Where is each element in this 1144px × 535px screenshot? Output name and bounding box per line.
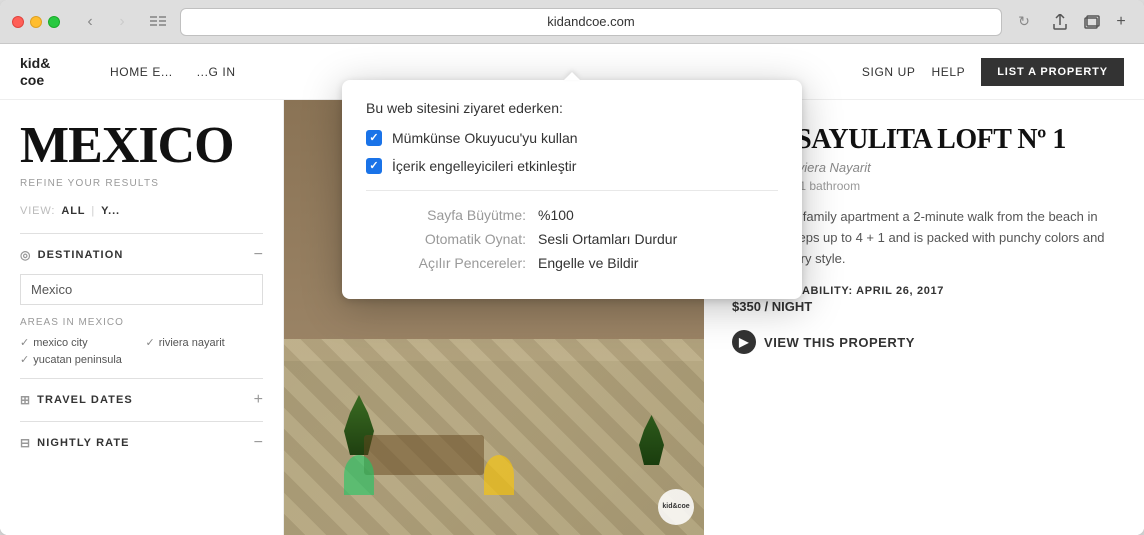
watermark: kid& coe (658, 489, 694, 525)
areas-grid: ✓ mexico city ✓ riviera nayarit ✓ yucata… (20, 336, 263, 366)
popup-divider (366, 190, 778, 191)
address-text: kidandcoe.com (547, 14, 634, 29)
destination-filter: ◎ DESTINATION − AREAS IN MEXICO ✓ mexico… (20, 233, 263, 378)
area-name: mexico city (33, 337, 87, 349)
reader-view-button[interactable] (144, 8, 172, 36)
nav-help[interactable]: HELP (931, 65, 965, 79)
rate-icon: ⊟ (20, 436, 31, 450)
nightly-rate-title: ⊟ NIGHTLY RATE (20, 436, 130, 450)
check-icon-2: ✓ (369, 161, 378, 172)
back-button[interactable]: ‹ (76, 8, 104, 36)
site-nav: HOME E... ...G IN (110, 65, 842, 79)
chair-1 (344, 455, 374, 495)
sidebar: MEXICO REFINE YOUR RESULTS VIEW: ALL | Y… (0, 100, 284, 535)
travel-dates-header[interactable]: ⊞ TRAVEL DATES + (20, 391, 263, 409)
view-bar: VIEW: ALL | Y... (20, 205, 263, 217)
zoom-value: %100 (538, 207, 574, 223)
autoplay-key: Otomatik Oynat: (366, 231, 526, 247)
area-yucatan: ✓ yucatan peninsula (20, 353, 138, 366)
traffic-lights (12, 16, 60, 28)
reload-button[interactable]: ↻ (1010, 8, 1038, 36)
travel-dates-filter: ⊞ TRAVEL DATES + (20, 378, 263, 421)
travel-dates-title: ⊞ TRAVEL DATES (20, 393, 133, 407)
browser-window: ‹ › kidandcoe.com ↻ (0, 0, 1144, 535)
calendar-icon: ⊞ (20, 393, 31, 407)
safari-settings-popup[interactable]: Bu web sitesini ziyaret ederken: ✓ Mümkü… (342, 80, 802, 299)
refine-label: REFINE YOUR RESULTS (20, 178, 263, 189)
popups-value: Engelle ve Bildir (538, 255, 638, 271)
popup-arrow (564, 72, 580, 80)
autoplay-setting-row: Otomatik Oynat: Sesli Ortamları Durdur (366, 231, 778, 247)
logo-text: kid& coe (20, 55, 70, 89)
list-property-button[interactable]: LIST A PROPERTY (981, 58, 1124, 86)
area-check-icon: ✓ (20, 336, 29, 349)
autoplay-value: Sesli Ortamları Durdur (538, 231, 677, 247)
minimize-button[interactable] (30, 16, 42, 28)
reader-checkbox[interactable]: ✓ (366, 130, 382, 146)
popup-checkbox-row-2: ✓ İçerik engelleyicileri etkinleştir (366, 158, 778, 174)
view-separator: | (91, 205, 95, 217)
view-btn-icon: ▶ (732, 330, 756, 354)
forward-button[interactable]: › (108, 8, 136, 36)
browser-titlebar: ‹ › kidandcoe.com ↻ (0, 0, 1144, 44)
nav-home[interactable]: HOME E... (110, 65, 173, 79)
table (364, 435, 484, 475)
areas-label: AREAS IN MEXICO (20, 317, 263, 328)
share-button[interactable] (1046, 8, 1074, 36)
destination-title: ◎ DESTINATION (20, 248, 123, 262)
travel-dates-toggle[interactable]: + (254, 391, 263, 409)
area-check-icon: ✓ (20, 353, 29, 366)
view-property-label: VIEW THIS PROPERTY (764, 335, 915, 350)
area-name: riviera nayarit (159, 337, 225, 349)
content-blocker-label: İçerik engelleyicileri etkinleştir (392, 158, 576, 174)
nightly-rate-header[interactable]: ⊟ NIGHTLY RATE − (20, 434, 263, 452)
nav-signup[interactable]: SIGN UP (862, 65, 916, 79)
tabs-button[interactable] (1078, 8, 1106, 36)
chair-2 (484, 455, 514, 495)
property-price: $350 / NIGHT (732, 299, 1116, 314)
content-blocker-checkbox[interactable]: ✓ (366, 158, 382, 174)
destination-header[interactable]: ◎ DESTINATION − (20, 246, 263, 264)
browser-actions: + (1046, 8, 1132, 36)
popup-setting-row: Açılır Pencereler: Engelle ve Bildir (366, 255, 778, 271)
view-option2[interactable]: Y... (101, 205, 120, 217)
view-property-button[interactable]: ▶ VIEW THIS PROPERTY (732, 330, 915, 354)
zoom-key: Sayfa Büyütme: (366, 207, 526, 223)
site-actions: SIGN UP HELP LIST A PROPERTY (862, 58, 1124, 86)
reader-label: Mümkünse Okuyucu'yu kullan (392, 130, 578, 146)
nav-buttons: ‹ › (76, 8, 136, 36)
nightly-rate-filter: ⊟ NIGHTLY RATE − (20, 421, 263, 464)
destination-body: AREAS IN MEXICO ✓ mexico city ✓ riviera … (20, 264, 263, 366)
area-riviera: ✓ riviera nayarit (146, 336, 264, 349)
popups-key: Açılır Pencereler: (366, 255, 526, 271)
maximize-button[interactable] (48, 16, 60, 28)
page-title: MEXICO (20, 120, 263, 172)
address-bar[interactable]: kidandcoe.com (180, 8, 1002, 36)
destination-toggle[interactable]: − (254, 246, 263, 264)
popup-checkbox-row-1: ✓ Mümkünse Okuyucu'yu kullan (366, 130, 778, 146)
view-label: VIEW: (20, 205, 55, 217)
popup-title: Bu web sitesini ziyaret ederken: (366, 100, 778, 116)
area-mexico-city: ✓ mexico city (20, 336, 138, 349)
destination-input[interactable] (20, 274, 263, 305)
destination-icon: ◎ (20, 248, 32, 262)
new-tab-button[interactable]: + (1110, 11, 1132, 33)
area-name: yucatan peninsula (33, 354, 122, 366)
close-button[interactable] (12, 16, 24, 28)
nightly-rate-toggle[interactable]: − (254, 434, 263, 452)
view-all[interactable]: ALL (61, 205, 85, 217)
check-icon: ✓ (369, 133, 378, 144)
website-content: kid& coe HOME E... ...G IN SIGN UP HELP … (0, 44, 1144, 535)
zoom-setting-row: Sayfa Büyütme: %100 (366, 207, 778, 223)
area-check-icon: ✓ (146, 336, 155, 349)
nav-login[interactable]: ...G IN (197, 65, 236, 79)
site-logo: kid& coe (20, 55, 70, 89)
